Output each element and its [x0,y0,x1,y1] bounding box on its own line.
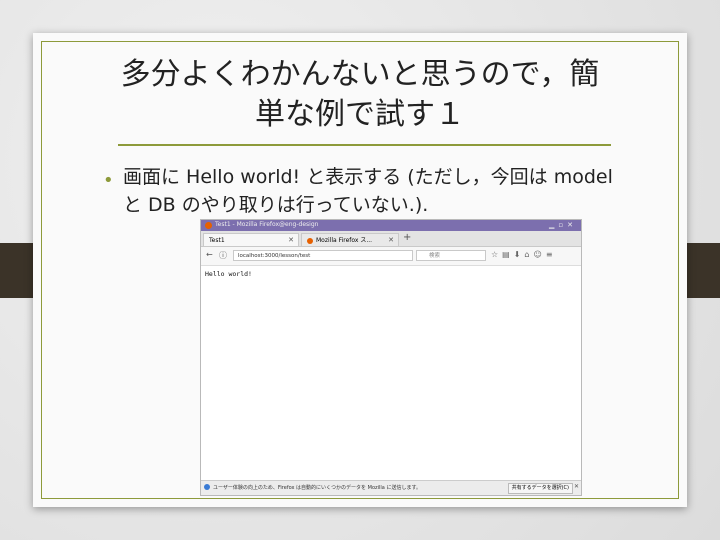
tab-label: Test1 [209,237,225,244]
toolbar-icons[interactable]: ☆▤⬇⌂☺≡ [491,250,557,259]
nav-bar: ← ⓘ localhost:3000/lesson/test 検索 ☆▤⬇⌂☺≡ [201,247,581,266]
close-notification-icon[interactable]: ✕ [574,483,579,490]
back-icon[interactable]: ← [206,250,213,259]
title-divider [118,144,611,146]
tab-test1[interactable]: Test1 ✕ [203,233,299,246]
page-content: Hello world! [201,266,581,481]
browser-screenshot: Test1 - Mozilla Firefox@eng-design ▁▫✕ T… [200,219,582,496]
bullet-dot-icon: • [103,170,114,191]
tab-mozilla[interactable]: Mozilla Firefox ス... ✕ [301,233,399,246]
slide-title-line2: 単な例で試す１ [255,97,465,132]
url-bar[interactable]: localhost:3000/lesson/test [233,250,413,261]
notification-bar: ユーザー体験の向上のため、Firefox は自動的にいくつかのデータを Mozi… [201,480,581,495]
new-tab-icon[interactable]: + [403,232,411,243]
bullet-text: 画面に Hello world! と表示する (ただし，今回は model と … [123,166,613,216]
window-controls[interactable]: ▁▫✕ [549,221,577,229]
search-input[interactable]: 検索 [416,250,486,261]
window-title: Test1 - Mozilla Firefox@eng-design [215,221,319,228]
slide-title-line1: 多分よくわかんないと思うので，簡 [120,57,600,92]
tab-label: Mozilla Firefox ス... [316,237,373,244]
browser-titlebar: Test1 - Mozilla Firefox@eng-design ▁▫✕ [201,220,581,231]
slide-title: 多分よくわかんないと思うので，簡 単な例で試す１ [90,55,630,135]
hello-world-text: Hello world! [205,270,252,278]
info-icon [204,484,210,490]
close-tab-icon[interactable]: ✕ [388,234,394,246]
close-tab-icon[interactable]: ✕ [288,234,294,246]
choose-data-button[interactable]: 共有するデータを選択(C) [507,483,573,494]
firefox-favicon-icon [307,237,313,244]
notification-message: ユーザー体験の向上のため、Firefox は自動的にいくつかのデータを Mozi… [213,485,421,491]
tab-bar: Test1 ✕ Mozilla Firefox ス... ✕ + [201,231,581,247]
firefox-logo-icon [205,222,212,229]
info-icon[interactable]: ⓘ [219,250,227,261]
